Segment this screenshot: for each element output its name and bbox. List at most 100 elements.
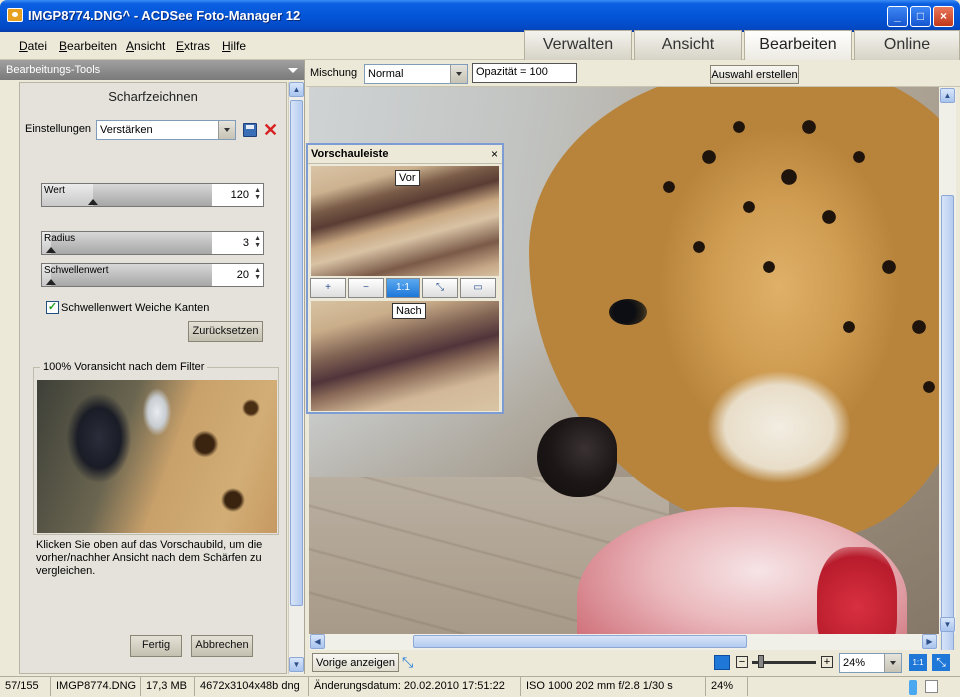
panel-collapse-icon[interactable] — [288, 68, 298, 73]
spinner-icon[interactable]: ▲ ▼ — [254, 235, 261, 249]
spinner-icon[interactable]: ▲ ▼ — [254, 187, 261, 201]
actual-size-icon[interactable]: 1:1 — [386, 278, 420, 298]
fit-icon[interactable]: ⤡ — [422, 278, 458, 298]
panel-header-label: Bearbeitungs-Tools — [6, 64, 101, 76]
chevron-down-icon[interactable] — [884, 654, 901, 672]
canvas-vscrollbar[interactable]: ▲ ▼ — [939, 87, 956, 655]
menu-ansicht[interactable]: Ansicht — [126, 39, 165, 53]
close-icon[interactable]: × — [491, 147, 498, 161]
slider-value[interactable]: 3 — [243, 237, 249, 249]
slider-schwellenwert[interactable]: Schwellenwert 20 ▲ ▼ — [41, 263, 264, 287]
slider-value[interactable]: 20 — [237, 269, 249, 281]
slider-label: Radius — [44, 233, 76, 244]
fit-image-icon[interactable]: ⤡ — [932, 654, 950, 671]
close-button[interactable]: × — [933, 6, 954, 27]
menu-datei[interactable]: Datei — [19, 39, 47, 53]
chevron-down-icon[interactable] — [218, 121, 235, 139]
tab-online[interactable]: Online — [854, 30, 960, 60]
scroll-right-icon[interactable]: ▶ — [922, 634, 937, 649]
create-selection-button[interactable]: Auswahl erstellen — [710, 65, 799, 84]
slider-radius[interactable]: Radius 3 ▲ ▼ — [41, 231, 264, 255]
menu-extras[interactable]: Extras — [176, 39, 210, 53]
slider-thumb[interactable] — [46, 247, 56, 253]
scroll-down-icon[interactable]: ▼ — [289, 657, 304, 672]
previous-button[interactable]: Vorige anzeigen — [312, 653, 399, 672]
tab-bearbeiten[interactable]: Bearbeiten — [744, 30, 852, 60]
preview-group: 100% Voransicht nach dem Filter — [33, 361, 279, 535]
settings-label: Einstellungen — [25, 123, 92, 135]
mode-tabs: Verwalten Ansicht Bearbeiten Online — [522, 30, 960, 60]
menu-label: ilfe — [230, 39, 247, 53]
edit-tools-panel: Bearbeitungs-Tools Scharfzeichnen Einste… — [0, 60, 305, 674]
status-filesize: 17,3 MB — [141, 677, 195, 696]
status-position: 57/155 — [0, 677, 51, 696]
scroll-up-icon[interactable]: ▲ — [940, 88, 955, 103]
status-filename: IMGP8774.DNG — [51, 677, 141, 696]
before-badge: Vor — [395, 170, 420, 186]
zoom-select[interactable]: 24% — [839, 653, 902, 673]
menu-label: xtras — [184, 39, 211, 53]
tab-verwalten[interactable]: Verwalten — [524, 30, 632, 60]
scroll-thumb[interactable] — [413, 635, 747, 648]
done-button[interactable]: Fertig — [130, 635, 182, 657]
status-box-icon — [925, 680, 938, 693]
soft-edges-label: Schwellenwert Weiche Kanten — [61, 302, 210, 314]
photo-eye — [609, 299, 647, 325]
save-icon[interactable] — [243, 123, 257, 137]
menu-hilfe[interactable]: Hilfe — [222, 39, 246, 53]
slider-wert[interactable]: Wert 120 ▲ ▼ — [41, 183, 264, 207]
maximize-button[interactable]: □ — [910, 6, 931, 27]
slider-label: Schwellenwert — [44, 265, 109, 276]
scroll-down-icon[interactable]: ▼ — [940, 617, 955, 632]
scroll-left-icon[interactable]: ◀ — [310, 634, 325, 649]
opacity-field[interactable]: Opazität = 100 — [472, 63, 577, 83]
scroll-thumb[interactable] — [941, 195, 954, 655]
preview-bar-title[interactable]: Vorschauleiste — [308, 145, 502, 164]
canvas-hscrollbar[interactable]: ◀ ▶ — [309, 634, 939, 650]
blend-label: Mischung — [310, 67, 358, 79]
slider-thumb[interactable] — [88, 199, 98, 205]
cancel-button[interactable]: Abbrechen — [191, 635, 253, 657]
slider-value[interactable]: 120 — [231, 189, 249, 201]
minimize-button[interactable]: _ — [887, 6, 908, 27]
title-bar: IMGP8774.DNG^ - ACDSee Foto-Manager 12 _… — [0, 0, 960, 32]
preview-100-image[interactable] — [37, 380, 277, 533]
zoom-out-icon[interactable]: − — [348, 278, 384, 298]
delete-icon[interactable]: ✕ — [263, 121, 278, 139]
layout-icon[interactable]: ▭ — [460, 278, 496, 298]
actual-size-button[interactable]: 1:1 — [909, 654, 927, 671]
menu-mnemonic: A — [126, 39, 135, 53]
expand-icon[interactable]: ⤡ — [402, 654, 413, 671]
panel-scrollbar[interactable]: ▲ ▼ — [288, 82, 304, 674]
settings-select[interactable]: Verstärken — [96, 120, 236, 140]
preview-hint: Klicken Sie oben auf das Vorschaubild, u… — [36, 539, 263, 577]
preview-bar-window[interactable]: Vorschauleiste × Vor + − 1:1 ⤡ ▭ Nach — [306, 143, 504, 414]
scroll-thumb[interactable] — [290, 100, 303, 606]
menu-mnemonic: E — [176, 39, 185, 53]
status-zoom: 24% — [706, 677, 748, 696]
status-exif: ISO 1000 202 mm f/2.8 1/30 s — [521, 677, 706, 696]
zoom-in-icon[interactable]: + — [821, 656, 833, 668]
canvas-toolbar: Mischung Normal Opazität = 100 Auswahl e… — [306, 60, 960, 87]
slider-thumb[interactable] — [46, 279, 56, 285]
photo-nose — [537, 417, 617, 497]
app-icon — [7, 8, 23, 22]
reset-button[interactable]: Zurücksetzen — [188, 321, 263, 342]
menu-label: earbeiten — [67, 39, 118, 53]
zoom-in-icon[interactable]: + — [310, 278, 346, 298]
spinner-icon[interactable]: ▲ ▼ — [254, 267, 261, 281]
blend-select[interactable]: Normal — [364, 64, 468, 84]
scroll-up-icon[interactable]: ▲ — [289, 82, 304, 97]
after-badge: Nach — [392, 303, 426, 319]
fit-screen-icon[interactable] — [714, 655, 730, 670]
preview-tools: + − 1:1 ⤡ ▭ — [310, 278, 502, 300]
soft-edges-checkbox[interactable]: ✓ — [46, 301, 59, 314]
menu-mnemonic: H — [222, 39, 231, 53]
chevron-down-icon[interactable] — [450, 65, 467, 83]
tab-ansicht[interactable]: Ansicht — [634, 30, 742, 60]
zoom-thumb[interactable] — [758, 655, 764, 668]
menu-bearbeiten[interactable]: Bearbeiten — [59, 39, 117, 53]
tool-title: Scharfzeichnen — [108, 89, 198, 104]
status-bar: 57/155 IMGP8774.DNG 17,3 MB 4672x3104x48… — [0, 676, 960, 697]
zoom-out-icon[interactable]: − — [736, 656, 748, 668]
